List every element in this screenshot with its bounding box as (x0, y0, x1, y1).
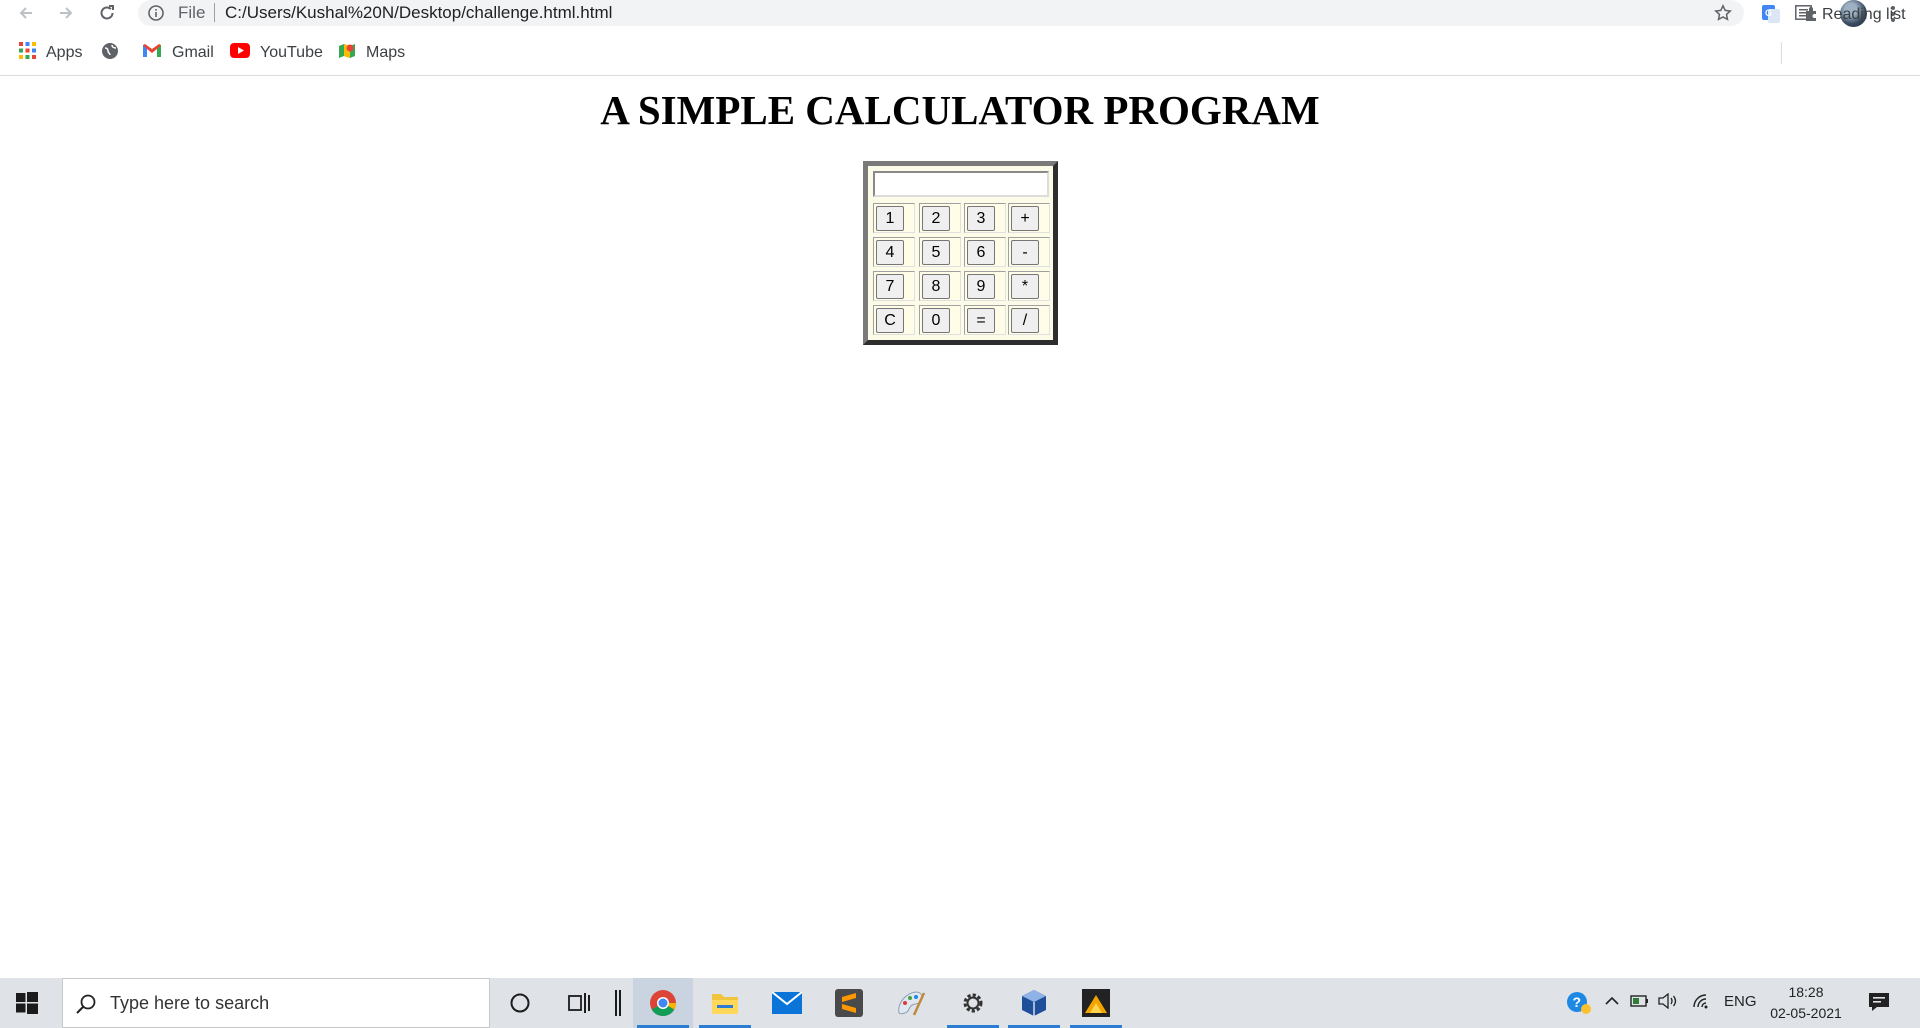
key-cell: = (964, 305, 1006, 335)
apps-grid-icon (19, 42, 36, 64)
help-icon[interactable]: ? (1566, 991, 1592, 1019)
cortana-icon[interactable] (490, 978, 550, 1028)
notification-icon[interactable] (1868, 992, 1890, 1016)
youtube-icon (230, 43, 250, 63)
omnibox-separator (214, 3, 215, 22)
toolbar-divider (0, 75, 1920, 76)
bookmark-star-icon[interactable] (1714, 4, 1732, 27)
key-cell: 2 (919, 203, 961, 233)
forward-arrow-icon[interactable] (54, 1, 78, 25)
search-icon (75, 993, 97, 1020)
file-explorer-icon[interactable] (695, 978, 755, 1028)
key-divide-button[interactable]: / (1011, 308, 1039, 333)
bookmark-label: Apps (46, 44, 83, 61)
key-2-button[interactable]: 2 (922, 206, 950, 231)
reading-list-icon (1795, 5, 1812, 25)
key-cell: 3 (964, 203, 1006, 233)
key-6-button[interactable]: 6 (967, 240, 995, 265)
key-cell: C (873, 305, 915, 335)
key-8-button[interactable]: 8 (922, 274, 950, 299)
taskbar-clock[interactable]: 18:28 02-05-2021 (1766, 982, 1846, 1024)
info-icon[interactable] (148, 5, 164, 26)
key-clear-button[interactable]: C (876, 308, 904, 333)
key-cell: 4 (873, 237, 915, 267)
key-cell: 6 (964, 237, 1006, 267)
language-indicator[interactable]: ENG (1724, 993, 1757, 1010)
search-placeholder: Type here to search (110, 993, 270, 1013)
bookmark-label: YouTube (260, 44, 323, 61)
windows-start-icon[interactable] (16, 992, 38, 1019)
key-9-button[interactable]: 9 (967, 274, 995, 299)
key-equals-button[interactable]: = (967, 308, 995, 333)
key-multiply-button[interactable]: * (1011, 274, 1039, 299)
bookmark-gmail[interactable]: Gmail (142, 41, 214, 65)
reload-icon[interactable] (95, 1, 119, 25)
key-3-button[interactable]: 3 (967, 206, 995, 231)
calculator-display[interactable] (873, 171, 1049, 197)
page-title: A SIMPLE CALCULATOR PROGRAM (600, 87, 1320, 133)
address-bar[interactable]: File C:/Users/Kushal%20N/Desktop/challen… (138, 0, 1744, 26)
bookmark-youtube[interactable]: YouTube (230, 41, 323, 65)
bookmarks-bar: Apps Gmail YouTube Maps (0, 38, 1920, 68)
wifi-icon[interactable] (1692, 993, 1712, 1013)
taskbar-search-box[interactable]: Type here to search (62, 978, 490, 1028)
settings-gear-icon[interactable] (943, 978, 1003, 1028)
omnibox-scheme-label: File (178, 3, 206, 22)
key-4-button[interactable]: 4 (876, 240, 904, 265)
back-arrow-icon[interactable] (14, 1, 38, 25)
key-cell: * (1008, 271, 1050, 301)
key-cell: 1 (873, 203, 915, 233)
key-cell: 8 (919, 271, 961, 301)
key-7-button[interactable]: 7 (876, 274, 904, 299)
key-cell: 7 (873, 271, 915, 301)
google-translate-icon[interactable]: G (1759, 2, 1783, 26)
clock-date: 02-05-2021 (1770, 1005, 1842, 1021)
key-minus-button[interactable]: - (1011, 240, 1039, 265)
maps-icon (338, 42, 356, 65)
volume-icon[interactable] (1658, 992, 1678, 1013)
battery-icon[interactable] (1630, 993, 1650, 1013)
mail-icon[interactable] (757, 978, 817, 1028)
key-5-button[interactable]: 5 (922, 240, 950, 265)
bookmark-maps[interactable]: Maps (338, 41, 405, 65)
sublime-text-icon[interactable] (819, 978, 879, 1028)
globe-icon (101, 42, 119, 65)
bookmarks-divider (1781, 42, 1782, 64)
paint-icon[interactable] (881, 978, 941, 1028)
browser-toolbar: File C:/Users/Kushal%20N/Desktop/challen… (0, 0, 1920, 27)
key-cell: / (1008, 305, 1050, 335)
svg-text:?: ? (1573, 994, 1582, 1010)
reading-list-label: Reading list (1822, 6, 1906, 23)
calculator: 1 2 3 + 4 5 6 - 7 8 9 * C 0 = / (863, 161, 1058, 345)
bookmark-apps[interactable]: Apps (19, 41, 82, 65)
url-text[interactable]: C:/Users/Kushal%20N/Desktop/challenge.ht… (225, 3, 612, 23)
gmail-icon (142, 43, 162, 63)
app-taskbar-icon[interactable] (1066, 978, 1126, 1028)
bookmark-label: Gmail (172, 44, 214, 61)
bookmark-globe[interactable] (101, 41, 119, 65)
key-0-button[interactable]: 0 (922, 308, 950, 333)
clock-time: 18:28 (1788, 984, 1824, 1000)
bookmark-label: Maps (366, 44, 406, 61)
task-view-icon[interactable] (550, 978, 610, 1028)
virtualbox-icon[interactable] (1004, 978, 1064, 1028)
key-plus-button[interactable]: + (1011, 206, 1039, 231)
key-cell: 9 (964, 271, 1006, 301)
taskbar: Type here to search ? ENG 18:28 02-05-20… (0, 978, 1920, 1028)
key-1-button[interactable]: 1 (876, 206, 904, 231)
chevron-up-icon[interactable] (1604, 993, 1620, 1013)
chrome-taskbar-icon[interactable] (633, 978, 693, 1028)
taskbar-separator-icon (610, 978, 626, 1028)
key-cell: 5 (919, 237, 961, 267)
key-cell: 0 (919, 305, 961, 335)
key-cell: + (1008, 203, 1050, 233)
reading-list-button[interactable]: Reading list (1795, 3, 1906, 27)
svg-text:G: G (1765, 8, 1772, 18)
key-cell: - (1008, 237, 1050, 267)
